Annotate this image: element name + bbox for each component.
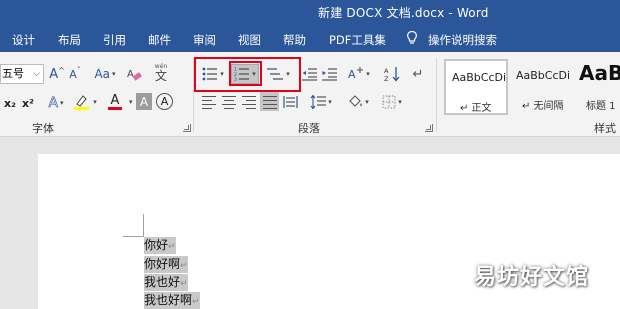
paragraph-dialog-launcher[interactable] <box>425 124 433 132</box>
increase-indent-icon <box>321 67 337 81</box>
highlight-button[interactable]: ▾ <box>72 92 98 112</box>
margin-corner-mark <box>123 236 144 237</box>
font-group-label: 字体 <box>32 122 54 135</box>
asian-layout-button[interactable]: A ▾ <box>345 64 373 84</box>
document-line[interactable]: 你好↵ <box>144 237 176 254</box>
tell-me-search[interactable]: 操作说明搜索 <box>428 32 497 48</box>
font-color-button[interactable]: A <box>102 92 128 112</box>
align-right-icon <box>242 95 256 109</box>
justify-icon <box>262 95 277 109</box>
paragraph-group-label: 段落 <box>298 122 320 135</box>
tab-layout[interactable]: 布局 <box>58 32 81 48</box>
sort-icon: A Z <box>384 67 400 82</box>
chevron-down-icon: ⌵ <box>33 69 40 79</box>
style-name: 标题 1 <box>586 101 616 112</box>
lightbulb-icon[interactable] <box>406 30 418 46</box>
watermark-text: 易坊好文馆 <box>474 265 590 290</box>
svg-text:A: A <box>348 68 356 81</box>
paragraph-mark: ↵ <box>180 279 188 289</box>
align-center-icon <box>222 95 236 109</box>
style-name: ↵ 正文 <box>460 103 492 114</box>
tab-pdf-tools[interactable]: PDF工具集 <box>329 32 386 48</box>
clear-formatting-icon: A <box>127 69 142 81</box>
text-effects-button[interactable]: A ▾ <box>44 94 68 112</box>
document-line[interactable]: 我也好↵ <box>144 274 188 291</box>
decrease-indent-button[interactable] <box>300 64 318 84</box>
tab-view[interactable]: 视图 <box>238 32 261 48</box>
grow-font-button[interactable]: A ^ <box>49 65 65 83</box>
change-case-button[interactable]: Aa ▾ <box>92 65 118 83</box>
paragraph-mark: ↵ <box>192 297 200 307</box>
justify-button[interactable] <box>260 92 279 111</box>
style-no-spacing[interactable]: AaBbCcDi ↵ 无间隔 <box>510 59 574 115</box>
margin-corner-mark <box>143 214 144 236</box>
line-spacing-icon <box>310 94 327 109</box>
style-sample: AaBbCcDi <box>452 71 507 84</box>
font-dialog-launcher[interactable] <box>183 124 191 132</box>
paint-bucket-icon <box>349 95 362 107</box>
document-line[interactable]: 你好啊↵ <box>144 256 188 273</box>
font-size-select[interactable]: 五号 ⌵ <box>0 64 44 84</box>
highlight-box-numbering <box>229 61 262 86</box>
title-bar: 新建 DOCX 文档.docx - Word <box>0 0 620 26</box>
decrease-indent-icon <box>301 67 317 81</box>
clear-formatting-button[interactable]: A <box>124 64 144 84</box>
borders-icon <box>382 95 396 108</box>
shrink-font-button[interactable]: Aˇ <box>68 65 82 83</box>
align-left-icon <box>202 95 216 109</box>
ribbon: 五号 ⌵ A ^ Aˇ Aa ▾ A wén 文 x₂ x² A ▾ ▾ A ▾ A … <box>0 52 620 137</box>
superscript-button[interactable]: x² <box>20 94 36 112</box>
shading-button[interactable]: ▾ <box>344 92 372 111</box>
distributed-align-icon <box>282 95 298 108</box>
font-size-value: 五号 <box>2 67 24 80</box>
style-normal[interactable]: AaBbCcDi ↵ 正文 <box>444 59 508 115</box>
document-line[interactable]: 我也好啊↵ <box>144 292 200 309</box>
line-spacing-button[interactable]: ▾ <box>308 92 334 111</box>
styles-group-label: 样式 <box>594 122 616 135</box>
enclose-characters-button[interactable]: A <box>156 93 173 110</box>
group-divider <box>436 58 437 132</box>
svg-text:A: A <box>384 67 389 75</box>
increase-indent-button[interactable] <box>320 64 338 84</box>
svg-text:A: A <box>127 69 134 80</box>
style-sample: AaB <box>579 61 620 85</box>
ribbon-tabs: 设计 布局 引用 邮件 审阅 视图 帮助 PDF工具集 操作说明搜索 <box>0 26 620 52</box>
borders-button[interactable]: ▾ <box>378 92 406 111</box>
svg-text:Z: Z <box>384 75 389 82</box>
window-title: 新建 DOCX 文档.docx - Word <box>318 6 489 20</box>
tab-design[interactable]: 设计 <box>12 32 35 48</box>
sort-button[interactable]: A Z <box>382 64 402 84</box>
paragraph-mark: ↵ <box>168 242 176 252</box>
show-paragraph-marks-button[interactable]: ↵ <box>410 64 426 84</box>
highlighter-icon <box>74 95 90 110</box>
style-name: ↵ 无间隔 <box>522 101 564 112</box>
character-shading-button[interactable]: A <box>136 93 152 110</box>
align-right-button[interactable] <box>240 92 258 111</box>
style-heading-1[interactable]: AaB 标题 1 <box>576 59 620 115</box>
phonetic-guide-button[interactable]: wén 文 <box>150 62 172 84</box>
distributed-button[interactable] <box>281 92 299 111</box>
style-sample: AaBbCcDi <box>516 69 571 82</box>
tab-help[interactable]: 帮助 <box>283 32 306 48</box>
align-left-button[interactable] <box>200 92 218 111</box>
tab-mailings[interactable]: 邮件 <box>148 32 171 48</box>
align-center-button[interactable] <box>220 92 238 111</box>
asian-layout-icon: A <box>348 67 364 81</box>
subscript-button[interactable]: x₂ <box>2 94 18 112</box>
paragraph-mark: ↵ <box>180 261 188 271</box>
tab-review[interactable]: 审阅 <box>193 32 216 48</box>
tab-references[interactable]: 引用 <box>103 32 126 48</box>
